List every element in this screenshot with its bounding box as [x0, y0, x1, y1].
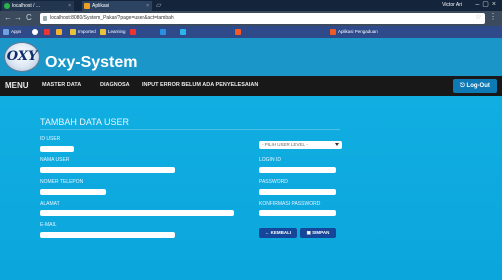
alamat-field[interactable] — [40, 210, 234, 216]
forward-icon[interactable]: → — [14, 13, 22, 22]
folder-icon — [70, 29, 76, 35]
browser-menu-icon[interactable]: ⋮ — [489, 12, 497, 21]
simpan-button[interactable]: ▣ SIMPAN — [300, 228, 336, 238]
browser-tab-bar: localhost / ... × Aplikasi × ▱ Victor Ar… — [0, 0, 502, 11]
email-label: E-MAIL — [40, 222, 57, 228]
menu-label[interactable]: MENU — [5, 81, 29, 90]
oxy-logo: OXY — [4, 42, 40, 72]
window-user: Victor Ari — [442, 2, 462, 8]
close-tab-icon[interactable]: × — [146, 1, 149, 11]
bookmark-item[interactable] — [160, 28, 168, 36]
bookmark-icon — [130, 29, 136, 35]
app-header: OXY Oxy-System — [0, 38, 502, 76]
bookmark-icon — [235, 29, 241, 35]
id-user-label: ID USER — [40, 136, 61, 142]
user-level-select[interactable]: - PILIH USER LEVEL - — [259, 141, 342, 149]
browser-tab-2[interactable]: Aplikasi × — [82, 1, 152, 11]
url-text: localhost:8080/System_Pakar/?page=user&a… — [50, 15, 174, 21]
nama-user-field[interactable] — [40, 167, 175, 173]
bookmark-item[interactable] — [130, 28, 138, 36]
back-icon[interactable]: ← — [4, 13, 12, 22]
bookmark-apps[interactable]: Apps — [3, 28, 21, 36]
form-divider — [40, 129, 340, 130]
konfirmasi-password-field[interactable] — [259, 210, 336, 216]
bookmark-icon — [44, 29, 50, 35]
bookmark-item[interactable] — [235, 28, 243, 36]
bookmark-icon — [32, 29, 38, 35]
content-area: TAMBAH DATA USER ID USER NAMA USER NOMER… — [0, 96, 502, 280]
app-title: Oxy-System — [45, 54, 138, 71]
window-controls[interactable]: –▢× — [475, 0, 499, 8]
telepon-field[interactable] — [40, 189, 106, 195]
browser-tab-1[interactable]: localhost / ... × — [2, 1, 74, 11]
nav-input-error[interactable]: INPUT ERROR BELUM ADA PENYELESAIAN — [142, 82, 258, 88]
tab-favicon-icon — [4, 3, 10, 9]
url-input[interactable]: localhost:8080/System_Pakar/?page=user&a… — [40, 13, 485, 24]
bookmark-item[interactable] — [32, 28, 40, 36]
chevron-down-icon — [335, 143, 339, 146]
telepon-label: NOMER TELEPON — [40, 179, 84, 185]
form-title: TAMBAH DATA USER — [40, 117, 130, 127]
new-tab-icon[interactable]: ▱ — [156, 1, 161, 9]
login-id-label: LOGIN ID — [259, 157, 281, 163]
reload-icon[interactable]: C — [26, 13, 32, 22]
bookmark-aplikasi-pengaduan[interactable]: Aplikasi Pengaduan — [330, 28, 378, 36]
bookmark-icon — [56, 29, 62, 35]
logout-button[interactable]: ⎋ Log-Out — [453, 79, 497, 93]
close-tab-icon[interactable]: × — [68, 1, 71, 11]
address-bar-row: ← → C localhost:8080/System_Pakar/?page=… — [0, 11, 502, 26]
tab-label: Aplikasi — [92, 3, 110, 9]
bookmark-icon — [330, 29, 336, 35]
id-user-field[interactable] — [40, 146, 74, 152]
bookmark-item[interactable] — [56, 28, 64, 36]
bookmark-learning[interactable]: Learning — [100, 28, 126, 36]
bookmark-star-icon[interactable]: ☆ — [475, 12, 482, 21]
bookmark-imported[interactable]: Imported — [70, 28, 96, 36]
password-field[interactable] — [259, 189, 336, 195]
bookmarks-bar: Apps Imported Learning Aplikasi Pengadua… — [0, 26, 502, 38]
password-label: PASSWORD — [259, 179, 288, 185]
kembali-button[interactable]: ← KEMBALI — [259, 228, 297, 238]
bookmark-item[interactable] — [180, 28, 188, 36]
apps-icon — [3, 29, 9, 35]
email-field[interactable] — [40, 232, 175, 238]
folder-icon — [100, 29, 106, 35]
konfirmasi-password-label: KONFIRMASI PASSWORD — [259, 201, 321, 207]
login-id-field[interactable] — [259, 167, 336, 173]
nav-master-data[interactable]: MASTER DATA — [42, 82, 81, 88]
tab-label: localhost / ... — [12, 3, 41, 9]
nav-diagnosa[interactable]: DIAGNOSA — [100, 82, 130, 88]
page-info-icon — [43, 16, 47, 21]
bookmark-item[interactable] — [44, 28, 52, 36]
main-navbar: MENU MASTER DATA DIAGNOSA INPUT ERROR BE… — [0, 76, 502, 96]
nama-user-label: NAMA USER — [40, 157, 70, 163]
bookmark-icon — [180, 29, 186, 35]
bookmark-icon — [160, 29, 166, 35]
alamat-label: ALAMAT — [40, 201, 60, 207]
tab-favicon-icon — [84, 3, 90, 9]
